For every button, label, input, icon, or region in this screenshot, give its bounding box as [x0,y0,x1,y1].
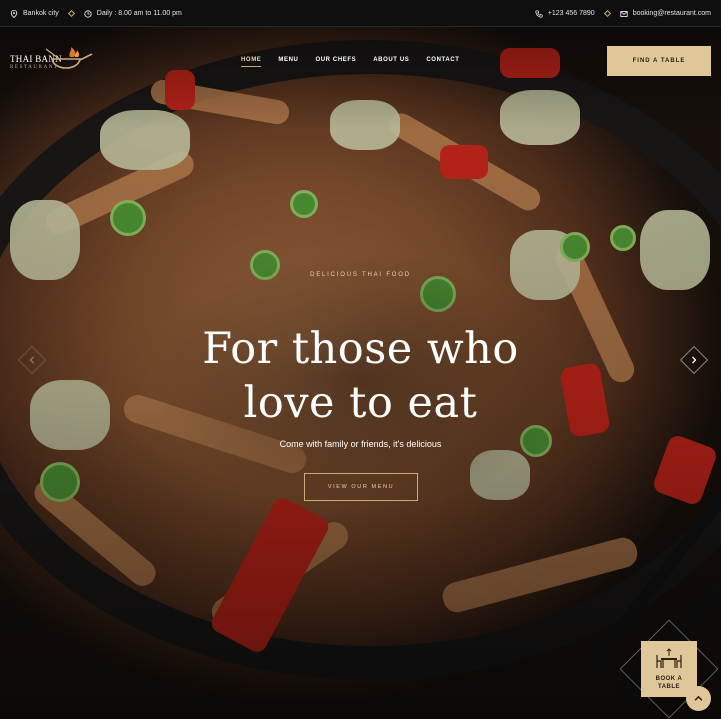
chevron-up-icon [694,695,703,701]
hero-headline-line-2: love to eat [243,378,478,428]
scroll-to-top-button[interactable] [686,686,711,711]
location-text: Bankok city [23,10,59,17]
hours-text: Daily : 8.00 am to 11.00 pm [96,10,182,17]
email-text: booking@restaurant.com [632,10,711,17]
site-header: THAI BANN RESTAURANT HOME MENU OUR CHEFS… [0,27,721,97]
hero-eyebrow: DELICIOUS THAI FOOD [310,272,411,278]
site-logo[interactable]: THAI BANN RESTAURANT [10,45,94,79]
hero-headline-line-1: For those who [202,324,519,374]
nav-item-home[interactable]: HOME [241,57,262,67]
nav-item-menu[interactable]: MENU [278,57,298,63]
view-our-menu-button[interactable]: VIEW OUR MENU [304,473,418,501]
find-a-table-button[interactable]: FIND A TABLE [607,46,711,76]
book-label-line-2: TABLE [657,684,681,690]
main-navigation: HOME MENU OUR CHEFS ABOUT US CONTACT [241,57,459,67]
dining-table-icon [656,648,682,668]
arrow-frame [17,345,47,375]
phone-info[interactable]: +123 456 7890 [535,9,595,18]
hero-headline: For those who love to eat [0,322,721,430]
phone-text: +123 456 7890 [547,10,595,17]
separator-diamond [67,9,75,18]
clock-icon [84,9,92,18]
mail-icon [620,10,628,17]
hero-subline: Come with family or friends, it's delici… [279,439,442,449]
phone-icon [535,9,543,18]
book-a-table-widget[interactable]: BOOK A TABLE [641,641,697,697]
location-pin-icon [10,9,18,18]
slider-next-arrow[interactable] [679,345,709,375]
nav-item-contact[interactable]: CONTACT [426,57,459,63]
book-label-line-1: BOOK A [655,676,683,682]
location-info: Bankok city [10,9,59,18]
book-a-table-label: BOOK A TABLE [656,675,683,691]
nav-item-our-chefs[interactable]: OUR CHEFS [315,57,356,63]
wok-logo-icon [45,47,93,69]
slider-prev-arrow[interactable] [17,345,47,375]
nav-item-about-us[interactable]: ABOUT US [373,57,409,63]
hours-info: Daily : 8.00 am to 11.00 pm [84,9,182,18]
separator-diamond [603,9,611,18]
top-info-bar: Bankok city Daily : 8.00 am to 11.00 pm … [0,0,721,27]
chevron-right-icon [692,356,697,364]
email-info[interactable]: booking@restaurant.com [620,10,711,18]
